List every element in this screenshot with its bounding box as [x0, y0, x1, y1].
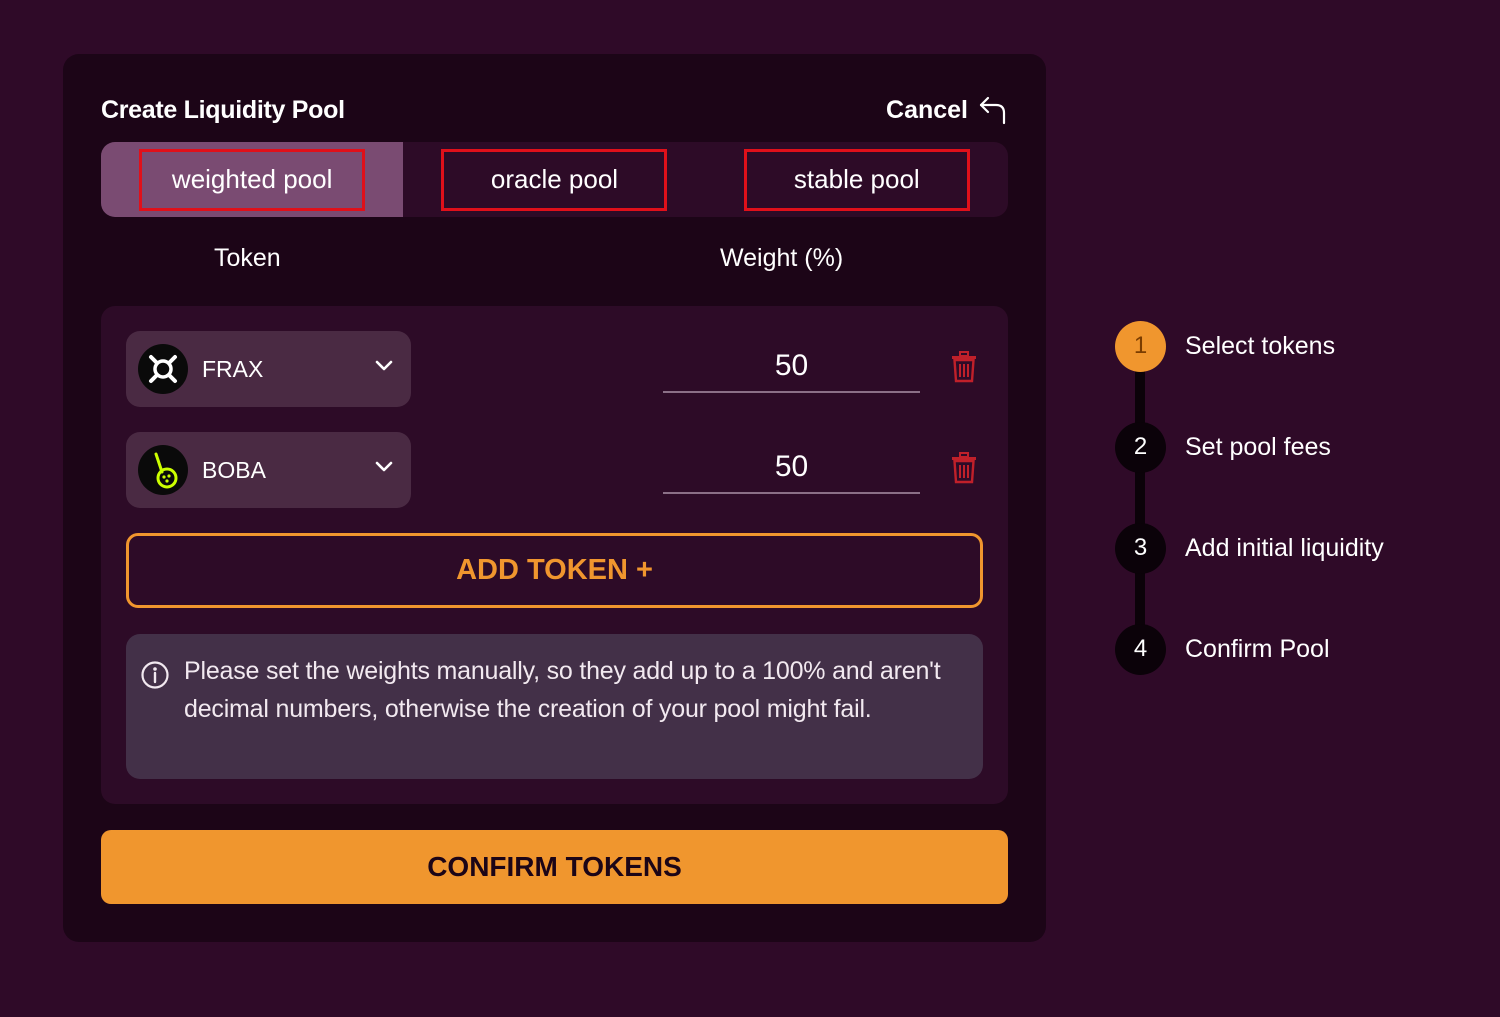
weight-column-header: Weight (%) [720, 244, 844, 272]
step-add-initial-liquidity: 3 Add initial liquidity [1115, 522, 1384, 574]
tab-weighted-pool[interactable]: weighted pool [101, 142, 404, 217]
delete-token-icon[interactable] [951, 452, 977, 489]
info-text: Please set the weights manually, so they… [184, 657, 941, 723]
cancel-label: Cancel [886, 95, 968, 124]
column-headers: Token Weight (%) [101, 244, 1008, 280]
progress-stepper: 1 Select tokens 2 Set pool fees 3 Add in… [1115, 320, 1475, 680]
token-panel: FRAX 50 BOBA 50 ADD TOKEN + Please set t… [101, 306, 1008, 804]
card-header: Create Liquidity Pool Cancel [101, 94, 1008, 126]
step-number: 1 [1115, 320, 1166, 372]
token-symbol: FRAX [202, 355, 264, 382]
info-icon [140, 660, 170, 695]
create-pool-card: Create Liquidity Pool Cancel weighted po… [63, 54, 1046, 942]
step-label: Select tokens [1185, 331, 1336, 360]
chevron-down-icon [375, 359, 393, 377]
token-column-header: Token [214, 244, 281, 272]
boba-logo-icon [138, 445, 188, 495]
step-label: Confirm Pool [1185, 634, 1330, 663]
delete-token-icon[interactable] [951, 351, 977, 388]
step-label: Set pool fees [1185, 432, 1331, 461]
frax-logo-icon [138, 344, 188, 394]
info-message-box: Please set the weights manually, so they… [126, 634, 983, 779]
step-number: 3 [1115, 522, 1166, 574]
tab-label: oracle pool [441, 148, 668, 211]
weight-input-frax[interactable] [663, 341, 920, 393]
step-confirm-pool: 4 Confirm Pool [1115, 623, 1330, 675]
step-label: Add initial liquidity [1185, 533, 1384, 562]
token-row: FRAX [126, 331, 983, 407]
tab-label: weighted pool [139, 148, 366, 211]
step-set-pool-fees: 2 Set pool fees [1115, 421, 1331, 473]
page-title: Create Liquidity Pool [101, 95, 345, 124]
step-number: 4 [1115, 623, 1166, 675]
token-select-boba[interactable]: BOBA [126, 432, 411, 508]
token-row: BOBA [126, 432, 983, 508]
weight-input-boba[interactable] [663, 442, 920, 494]
step-select-tokens: 1 Select tokens [1115, 320, 1335, 372]
token-symbol: BOBA [202, 456, 266, 483]
token-select-frax[interactable]: FRAX [126, 331, 411, 407]
confirm-tokens-button[interactable]: CONFIRM TOKENS [101, 830, 1008, 904]
chevron-down-icon [375, 460, 393, 478]
cancel-button[interactable]: Cancel [886, 95, 1008, 125]
step-number: 2 [1115, 421, 1166, 473]
tab-stable-pool[interactable]: stable pool [706, 142, 1008, 217]
tab-oracle-pool[interactable]: oracle pool [403, 142, 705, 217]
return-arrow-icon [978, 95, 1008, 125]
add-token-button[interactable]: ADD TOKEN + [126, 533, 983, 608]
pool-type-tabs: weighted pool oracle pool stable pool [101, 142, 1008, 217]
tab-label: stable pool [743, 148, 970, 211]
stepper-connector [1135, 350, 1145, 650]
